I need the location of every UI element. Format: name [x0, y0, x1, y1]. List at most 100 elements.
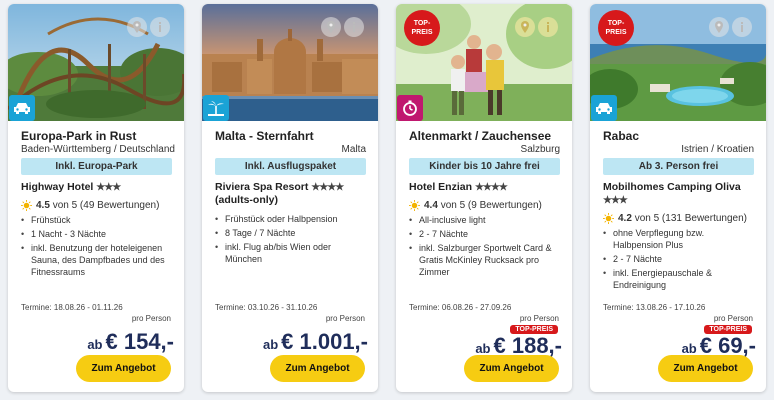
- offer-region: Salzburg: [520, 144, 560, 155]
- hotel-name-text: Riviera Spa Resort: [215, 181, 309, 193]
- price-amount: € 154,-: [105, 329, 175, 354]
- package-highlight: Inkl. Ausflugspaket: [215, 158, 366, 175]
- travel-dates: Termine: 03.10.26 - 31.10.26: [215, 303, 318, 312]
- hotel-stars: ★★★★: [474, 182, 508, 193]
- offer-card-malta[interactable]: Malta - Sternfahrt Malta Inkl. Ausflugsp…: [202, 4, 378, 392]
- offer-title[interactable]: Rabac: [603, 129, 754, 144]
- offer-image-altenmarkt[interactable]: TOP- PREIS: [396, 4, 572, 121]
- feature-list: Frühstück oder Halbpension 8 Tage / 7 Nä…: [215, 213, 366, 265]
- feature-item: inkl. Benutzung der hoteleigenen Sauna, …: [21, 242, 172, 278]
- feature-item: 1 Nacht - 3 Nächte: [21, 228, 172, 240]
- offer-image-europa-park[interactable]: [8, 4, 184, 121]
- feature-list: ohne Verpflegung bzw. Halbpension Plus 2…: [603, 227, 754, 291]
- hotel-name-text: Highway Hotel: [21, 181, 94, 193]
- feature-item: inkl. Energiepauschale & Endreinigung: [603, 267, 754, 291]
- offer-image-malta[interactable]: [202, 4, 378, 121]
- hotel-name-text: Hotel Enzian: [409, 181, 473, 193]
- offer-title[interactable]: Altenmarkt / Zauchensee: [409, 129, 560, 144]
- feature-item: Frühstück: [21, 214, 172, 226]
- map-pins: [709, 17, 752, 37]
- sun-rating-icon: [603, 212, 614, 224]
- hotel-name: Hotel Enzian ★★★★: [409, 181, 560, 194]
- top-price-badge-line2: PREIS: [605, 29, 627, 36]
- hotel-stars: ★★★: [96, 182, 121, 193]
- top-price-badge-line2: PREIS: [411, 29, 433, 36]
- travel-dates: Termine: 06.08.26 - 27.09.26: [409, 303, 512, 312]
- feature-item: Frühstück oder Halbpension: [215, 213, 366, 225]
- sun-rating-icon: [21, 199, 32, 211]
- map-pins: [127, 17, 170, 37]
- info-icon[interactable]: [538, 17, 558, 37]
- rating-value: 4.2: [618, 212, 632, 224]
- offer-title[interactable]: Europa-Park in Rust: [21, 129, 172, 144]
- rating: 4.4 von 5 (9 Bewertungen): [409, 198, 560, 212]
- stopwatch-icon: [397, 95, 423, 121]
- offer-button[interactable]: Zum Angebot: [76, 355, 171, 382]
- top-price-badge: TOP- PREIS: [404, 10, 440, 46]
- travel-dates: Termine: 18.08.26 - 01.11.26: [21, 303, 123, 312]
- price: ab € 1.001,-: [263, 329, 368, 355]
- travel-dates: Termine: 13.08.26 - 17.10.26: [603, 303, 706, 312]
- feature-item: 2 - 7 Nächte: [603, 253, 754, 265]
- offer-button[interactable]: Zum Angebot: [464, 355, 559, 382]
- offer-button[interactable]: Zum Angebot: [270, 355, 365, 382]
- offer-title[interactable]: Malta - Sternfahrt: [215, 129, 366, 144]
- offer-card-rabac[interactable]: TOP- PREIS Rabac Istrien / Kroatien Ab 3.…: [590, 4, 766, 392]
- hotel-subtitle: (adults-only): [215, 194, 278, 206]
- car-icon: [591, 95, 617, 121]
- map-pin-icon[interactable]: [321, 17, 341, 37]
- top-price-badge-line1: TOP-: [413, 20, 431, 27]
- map-pin-icon[interactable]: [709, 17, 729, 37]
- hotel-name: Riviera Spa Resort ★★★★ (adults-only): [215, 181, 366, 207]
- offer-region: Istrien / Kroatien: [681, 144, 754, 155]
- offer-image-rabac[interactable]: TOP- PREIS: [590, 4, 766, 121]
- rating-value: 4.4: [424, 199, 438, 211]
- feature-item: 2 - 7 Nächte: [409, 228, 560, 240]
- offer-card-europa-park[interactable]: Europa-Park in Rust Baden-Württemberg / …: [8, 4, 184, 392]
- feature-list: Frühstück 1 Nacht - 3 Nächte inkl. Benut…: [21, 214, 172, 278]
- per-person-label: pro Person: [325, 314, 365, 323]
- price: ab € 154,-: [87, 329, 174, 355]
- top-price-badge: TOP- PREIS: [598, 10, 634, 46]
- feature-list: All-inclusive light 2 - 7 Nächte inkl. S…: [409, 214, 560, 278]
- hotel-name: Mobilhomes Camping Oliva ★★★: [603, 181, 754, 207]
- map-pin-icon[interactable]: [127, 17, 147, 37]
- offer-button[interactable]: Zum Angebot: [658, 355, 753, 382]
- map-pins: [321, 17, 364, 37]
- per-person-label: pro Person: [519, 314, 559, 323]
- car-icon: [9, 95, 35, 121]
- per-person-label: pro Person: [131, 314, 171, 323]
- price-prefix: ab: [262, 337, 279, 352]
- hotel-name-text: Mobilhomes Camping Oliva: [603, 181, 741, 193]
- rating-value: 4.5: [36, 199, 50, 211]
- feature-item: ohne Verpflegung bzw. Halbpension Plus: [603, 227, 754, 251]
- hotel-name: Highway Hotel ★★★: [21, 181, 172, 194]
- offer-region: Baden-Württemberg / Deutschland: [21, 144, 175, 155]
- price-prefix: ab: [87, 337, 103, 352]
- offer-region: Malta: [341, 144, 366, 155]
- rating-text: von 5 (9 Bewertungen): [440, 199, 542, 211]
- info-icon[interactable]: [150, 17, 170, 37]
- rating-text: von 5 (49 Bewertungen): [52, 199, 160, 211]
- price-amount: € 1.001,-: [281, 329, 368, 354]
- price-prefix: ab: [475, 341, 491, 356]
- sun-rating-icon: [409, 199, 420, 211]
- per-person-label: pro Person: [713, 314, 753, 323]
- offer-cards-row: Europa-Park in Rust Baden-Württemberg / …: [8, 4, 774, 396]
- feature-item: inkl. Flug ab/bis Wien oder München: [215, 241, 366, 265]
- price-prefix: ab: [681, 341, 697, 356]
- rating: 4.5 von 5 (49 Bewertungen): [21, 198, 172, 212]
- package-highlight: Inkl. Europa-Park: [21, 158, 172, 175]
- info-icon[interactable]: [344, 17, 364, 37]
- package-highlight: Kinder bis 10 Jahre frei: [409, 158, 560, 175]
- map-pins: [515, 17, 558, 37]
- map-pin-icon[interactable]: [515, 17, 535, 37]
- hotel-stars: ★★★★: [311, 182, 344, 193]
- hotel-stars: ★★★: [603, 195, 628, 206]
- package-highlight: Ab 3. Person frei: [603, 158, 754, 175]
- info-icon[interactable]: [732, 17, 752, 37]
- feature-item: All-inclusive light: [409, 214, 560, 226]
- top-price-badge-line1: TOP-: [607, 20, 625, 27]
- offer-card-altenmarkt[interactable]: TOP- PREIS Altenmarkt / Zauchensee Salzbu…: [396, 4, 572, 392]
- feature-item: inkl. Salzburger Sportwelt Card & Gratis…: [409, 242, 560, 278]
